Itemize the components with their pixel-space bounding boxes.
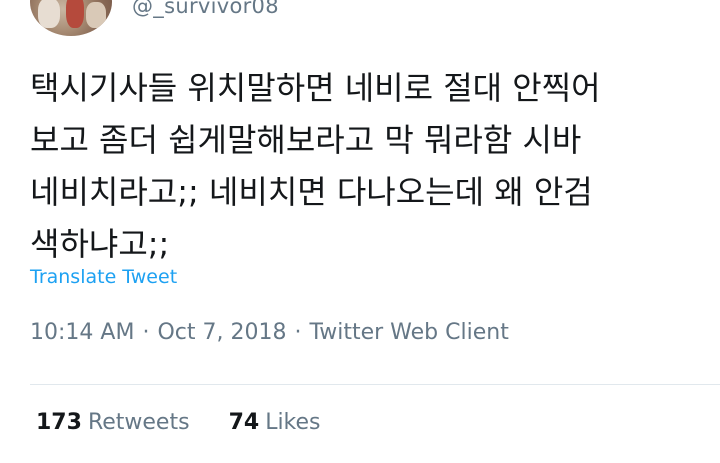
tweet-time[interactable]: 10:14 AM xyxy=(30,320,134,345)
tweet-text-line: 색하냐고;; xyxy=(30,225,170,263)
likes-stat[interactable]: 74 Likes xyxy=(229,410,321,435)
tweet-text: 택시기사들 위치말하면 네비로 절대 안찍어 보고 좀더 쉽게말해보라고 막 뭐… xyxy=(30,62,710,270)
retweets-stat[interactable]: 173 Retweets xyxy=(36,410,197,435)
divider xyxy=(30,384,720,385)
avatar[interactable] xyxy=(30,0,112,36)
user-handle[interactable]: @_survivor08 xyxy=(132,0,279,18)
translate-tweet-link[interactable]: Translate Tweet xyxy=(30,266,177,288)
retweets-count: 173 xyxy=(36,410,82,435)
tweet-text-line: 네비치라고;; 네비치면 다나오는데 왜 안검 xyxy=(30,173,593,211)
tweet-text-line: 보고 좀더 쉽게말해보라고 막 뭐라함 시바 xyxy=(30,121,582,159)
meta-separator: · xyxy=(294,320,302,345)
tweet-metadata: 10:14 AM · Oct 7, 2018 · Twitter Web Client xyxy=(30,320,509,345)
tweet-text-line: 택시기사들 위치말하면 네비로 절대 안찍어 xyxy=(30,69,601,107)
likes-count: 74 xyxy=(228,410,260,435)
meta-separator: · xyxy=(142,320,150,345)
tweet-client[interactable]: Twitter Web Client xyxy=(309,320,508,345)
avatar-photo-detail xyxy=(66,0,84,28)
avatar-photo-detail xyxy=(86,2,106,28)
likes-label: Likes xyxy=(265,410,321,435)
retweets-label: Retweets xyxy=(87,410,190,435)
avatar-photo-detail xyxy=(38,0,60,28)
tweet-stats: 173 Retweets 74 Likes xyxy=(36,410,321,435)
tweet-date[interactable]: Oct 7, 2018 xyxy=(157,320,286,345)
